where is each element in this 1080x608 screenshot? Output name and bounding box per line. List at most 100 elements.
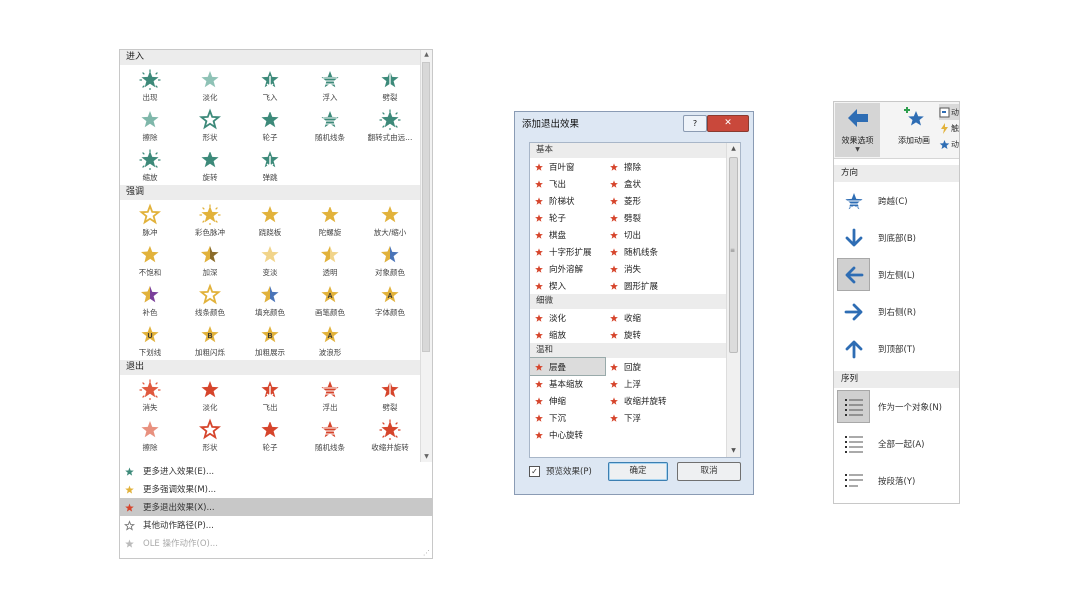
animation-effect-item[interactable]: 飞出 (240, 375, 300, 415)
effect-item[interactable]: 百叶窗 (530, 158, 605, 175)
effect-item[interactable]: 向外溶解 (530, 260, 605, 277)
scroll-up-icon[interactable]: ▲ (421, 50, 432, 60)
effect-item[interactable]: 盒状 (605, 175, 680, 192)
sequence-option-icon-box[interactable] (837, 427, 870, 460)
effect-item[interactable]: 楔入 (530, 277, 605, 294)
add-animation-button[interactable]: 添加动画 (890, 103, 938, 146)
direction-option[interactable]: 到顶部(T) (834, 330, 959, 367)
help-button[interactable]: ? (683, 115, 707, 132)
animation-effect-item[interactable]: 旋转 (180, 145, 240, 185)
animation-effect-item[interactable]: 出现 (120, 65, 180, 105)
effect-item[interactable]: 上浮 (605, 375, 680, 392)
scroll-down-icon[interactable]: ▼ (727, 445, 740, 457)
animation-effect-item[interactable]: B 加粗展示 (240, 320, 300, 360)
effect-item[interactable]: 缩放 (530, 326, 605, 343)
more-effects-item[interactable]: 更多进入效果(E)... (120, 462, 432, 480)
effect-item[interactable]: 切出 (605, 226, 680, 243)
direction-option[interactable]: 到右侧(R) (834, 293, 959, 330)
scroll-down-icon[interactable]: ▼ (421, 452, 432, 462)
effect-item[interactable]: 收缩 (605, 309, 680, 326)
direction-option-icon-box[interactable] (837, 295, 870, 328)
effect-item[interactable]: 劈裂 (605, 209, 680, 226)
preview-effect-option[interactable]: ✓ 预览效果(P) (529, 465, 592, 477)
direction-option[interactable]: 到左侧(L) (834, 256, 959, 293)
animation-effect-item[interactable]: 变淡 (240, 240, 300, 280)
animation-effect-item[interactable]: A 画笔颜色 (300, 280, 360, 320)
animation-effect-item[interactable]: 轮子 (240, 415, 300, 455)
animation-effect-item[interactable]: 填充颜色 (240, 280, 300, 320)
animation-effect-item[interactable]: 补色 (120, 280, 180, 320)
animation-pane-button[interactable]: 动 (939, 104, 959, 120)
animation-effect-item[interactable]: 形状 (180, 105, 240, 145)
direction-option-icon-box[interactable] (837, 332, 870, 365)
animation-effect-item[interactable]: 轮子 (240, 105, 300, 145)
animation-effect-item[interactable]: 脉冲 (120, 200, 180, 240)
animation-effect-item[interactable]: B 加粗闪烁 (180, 320, 240, 360)
effect-item[interactable]: 旋转 (605, 326, 680, 343)
animation-effect-item[interactable]: 弹跳 (240, 145, 300, 185)
resize-grip-icon[interactable]: ⋰ (423, 549, 430, 557)
sequence-option[interactable]: 按段落(Y) (834, 462, 959, 499)
effect-item[interactable]: 中心旋转 (530, 426, 605, 443)
animation-effect-item[interactable]: 擦除 (120, 415, 180, 455)
sequence-option-icon-box[interactable] (837, 390, 870, 423)
animation-effect-item[interactable]: 彩色脉冲 (180, 200, 240, 240)
animation-effect-item[interactable]: A 字体颜色 (360, 280, 420, 320)
animation-effect-item[interactable]: 劈裂 (360, 65, 420, 105)
animation-effect-item[interactable]: 消失 (120, 375, 180, 415)
effect-item[interactable]: 圆形扩展 (605, 277, 680, 294)
sequence-option[interactable]: 全部一起(A) (834, 425, 959, 462)
effect-item[interactable]: 棋盘 (530, 226, 605, 243)
animation-effect-item[interactable]: 收缩并旋转 (360, 415, 420, 455)
gallery-scrollbar[interactable]: ▲ ▼ (420, 50, 432, 462)
animation-effect-item[interactable]: 透明 (300, 240, 360, 280)
more-effects-item[interactable]: 更多强调效果(M)... (120, 480, 432, 498)
ok-button[interactable]: 确定 (608, 462, 668, 481)
animation-painter-button[interactable]: 动 (939, 136, 959, 152)
animation-effect-item[interactable]: 浮入 (300, 65, 360, 105)
effect-list-scrollbar[interactable]: ▲ ≡ ▼ (726, 143, 740, 457)
animation-effect-item[interactable]: 线条颜色 (180, 280, 240, 320)
animation-effect-item[interactable]: 放大/缩小 (360, 200, 420, 240)
effect-item[interactable]: 淡化 (530, 309, 605, 326)
direction-option-icon-box[interactable] (837, 258, 870, 291)
effect-options-button[interactable]: 效果选项 ▼ (835, 103, 880, 157)
effect-item[interactable]: 消失 (605, 260, 680, 277)
effect-item[interactable]: 擦除 (605, 158, 680, 175)
animation-effect-item[interactable]: 加深 (180, 240, 240, 280)
preview-checkbox[interactable]: ✓ (529, 465, 540, 477)
animation-effect-item[interactable]: 缩放 (120, 145, 180, 185)
animation-effect-item[interactable]: 浮出 (300, 375, 360, 415)
animation-effect-item[interactable]: 翻转式由远... (360, 105, 420, 145)
animation-effect-item[interactable]: 飞入 (240, 65, 300, 105)
cancel-button[interactable]: 取消 (677, 462, 741, 481)
animation-effect-item[interactable]: 擦除 (120, 105, 180, 145)
scroll-thumb[interactable] (729, 157, 738, 353)
more-effects-item[interactable]: 更多退出效果(X)... (120, 498, 432, 516)
effect-item[interactable]: 菱形 (605, 192, 680, 209)
effect-item[interactable]: 层叠 (530, 357, 606, 376)
effect-item[interactable]: 回旋 (605, 358, 680, 375)
animation-effect-item[interactable]: 劈裂 (360, 375, 420, 415)
close-button[interactable]: ✕ (707, 115, 749, 132)
effect-item[interactable]: 飞出 (530, 175, 605, 192)
effect-item[interactable]: 伸缩 (530, 392, 605, 409)
animation-effect-item[interactable]: A 波浪形 (300, 320, 360, 360)
direction-option[interactable]: 到底部(B) (834, 219, 959, 256)
animation-effect-item[interactable]: 对象颜色 (360, 240, 420, 280)
scroll-up-icon[interactable]: ▲ (727, 143, 740, 155)
animation-effect-item[interactable]: 跷跷板 (240, 200, 300, 240)
animation-effect-item[interactable]: 陀螺旋 (300, 200, 360, 240)
direction-option-icon-box[interactable] (837, 184, 870, 217)
animation-effect-item[interactable]: 随机线条 (300, 105, 360, 145)
direction-option[interactable]: 跨越(C) (834, 182, 959, 219)
animation-effect-item[interactable]: 淡化 (180, 65, 240, 105)
animation-effect-item[interactable]: 不饱和 (120, 240, 180, 280)
effect-item[interactable]: 下沉 (530, 409, 605, 426)
animation-effect-item[interactable]: U 下划线 (120, 320, 180, 360)
effect-item[interactable]: 基本缩放 (530, 375, 605, 392)
trigger-button[interactable]: 触 (939, 120, 959, 136)
effect-item[interactable]: 下浮 (605, 409, 680, 426)
direction-option-icon-box[interactable] (837, 221, 870, 254)
more-effects-item[interactable]: 其他动作路径(P)... (120, 516, 432, 534)
